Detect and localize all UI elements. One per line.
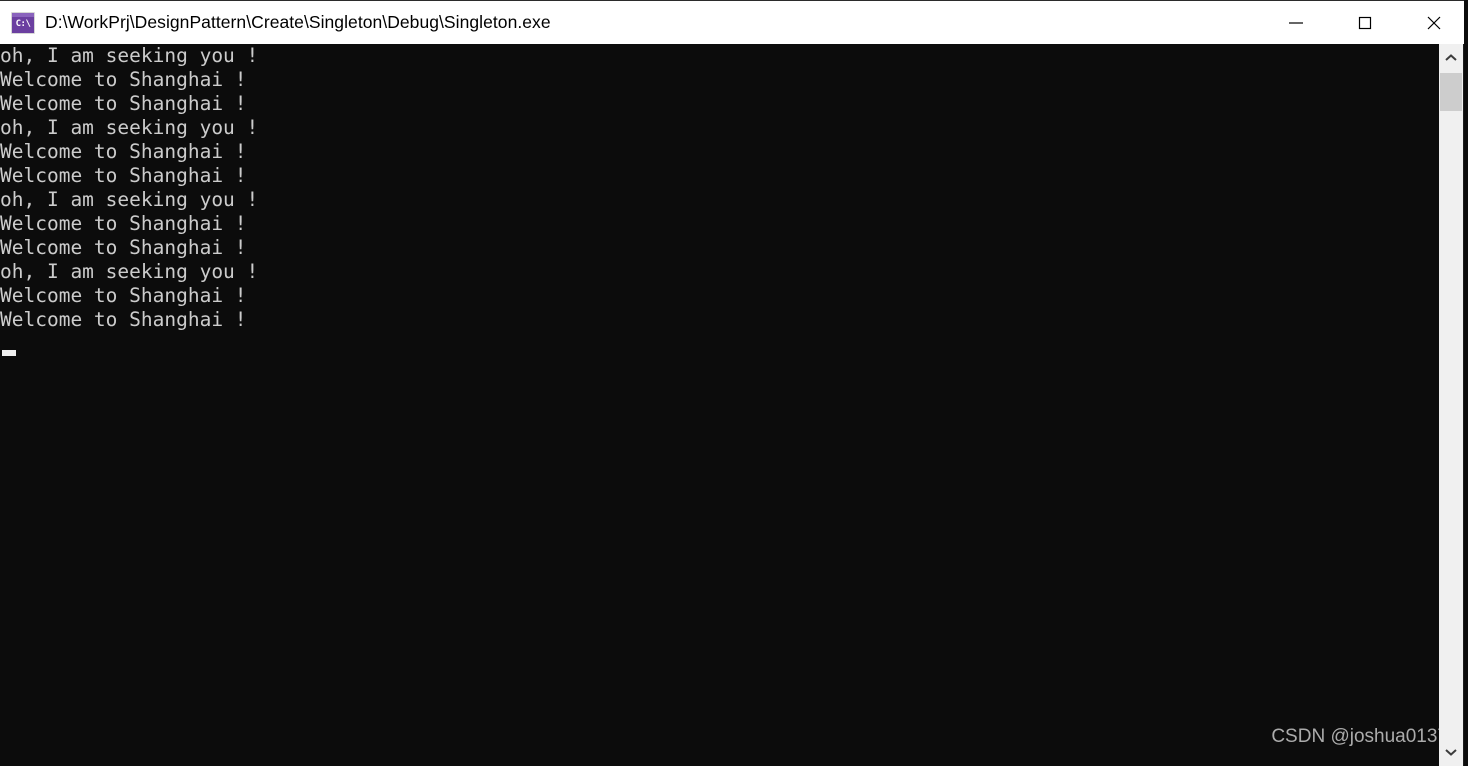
scroll-up-button[interactable]: [1439, 46, 1463, 70]
window-controls: [1261, 1, 1468, 45]
console-app-icon: C:\: [11, 11, 35, 34]
console-line: oh, I am seeking you !: [0, 44, 259, 67]
console-line: Welcome to Shanghai !: [0, 308, 247, 331]
console-output-area[interactable]: oh, I am seeking you ! Welcome to Shangha…: [0, 44, 1468, 766]
console-line: oh, I am seeking you !: [0, 188, 259, 211]
watermark: CSDN @joshua0137: [1271, 726, 1448, 747]
console-line: Welcome to Shanghai !: [0, 68, 247, 91]
minimize-icon: [1288, 22, 1303, 24]
console-line: oh, I am seeking you !: [0, 260, 259, 283]
minimize-button[interactable]: [1261, 1, 1330, 45]
scroll-thumb[interactable]: [1440, 73, 1462, 111]
maximize-button[interactable]: [1330, 1, 1399, 45]
console-line: Welcome to Shanghai !: [0, 92, 247, 115]
console-line: oh, I am seeking you !: [0, 116, 259, 139]
close-button[interactable]: [1399, 1, 1468, 45]
close-icon: [1427, 16, 1440, 30]
console-line: Welcome to Shanghai !: [0, 236, 247, 259]
title-bar[interactable]: C:\ D:\WorkPrj\DesignPattern\Create\Sing…: [0, 0, 1468, 44]
window-right-edge: [1464, 0, 1468, 766]
console-window: C:\ D:\WorkPrj\DesignPattern\Create\Sing…: [0, 0, 1468, 766]
vertical-scrollbar[interactable]: [1439, 44, 1464, 766]
scroll-down-button[interactable]: [1439, 740, 1463, 764]
console-line: Welcome to Shanghai !: [0, 164, 247, 187]
console-line: Welcome to Shanghai !: [0, 140, 247, 163]
maximize-icon: [1358, 16, 1371, 30]
window-title: D:\WorkPrj\DesignPattern\Create\Singleto…: [45, 12, 551, 32]
icon-prompt-text: C:\: [15, 18, 31, 29]
console-line: Welcome to Shanghai !: [0, 212, 247, 235]
console-text: oh, I am seeking you ! Welcome to Shangha…: [0, 44, 258, 332]
console-line: Welcome to Shanghai !: [0, 284, 247, 307]
chevron-up-icon: [1445, 54, 1457, 61]
chevron-down-icon: [1445, 749, 1457, 756]
text-cursor: [2, 350, 16, 356]
